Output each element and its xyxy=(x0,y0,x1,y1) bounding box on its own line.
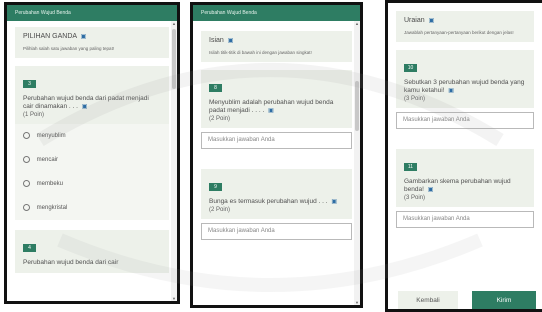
question-card-4: 4 Perubahan wujud benda dari cair xyxy=(15,230,169,273)
section-description: Pilihlah salah satu jawaban yang paling … xyxy=(23,46,115,51)
section-card-short-answer: Isian ▣ Isilah titik-titik di bawah ini … xyxy=(201,31,352,62)
info-icon[interactable]: ▣ xyxy=(428,186,434,194)
info-icon[interactable]: ▣ xyxy=(429,17,435,24)
radio-button-icon[interactable] xyxy=(23,155,30,163)
answer-input-9[interactable]: Masukkan jawaban Anda xyxy=(201,223,352,240)
question-text: Gambarkan skema perubahan wujud benda! xyxy=(404,178,511,193)
question-points: (2 Poin) xyxy=(209,207,231,213)
question-card-10: 10 Sebutkan 3 perubahan wujud benda yang… xyxy=(396,50,534,108)
option-label: mencair xyxy=(36,157,59,163)
info-icon[interactable]: ▣ xyxy=(81,33,87,40)
question-number: 3 xyxy=(23,80,36,88)
scroll-down-icon[interactable]: ▼ xyxy=(354,300,360,305)
answer-input-8[interactable]: Masukkan jawaban Anda xyxy=(201,132,352,149)
question-points: (2 Poin) xyxy=(209,116,231,122)
question-number: 9 xyxy=(209,183,222,191)
section-card-multiple-choice: PILIHAN GANDA ▣ Pilihlah salah satu jawa… xyxy=(15,27,169,58)
question-card-8: 8 Menyublim adalah perubahan wujud benda… xyxy=(201,70,352,128)
question-number: 11 xyxy=(404,163,417,171)
radio-button-icon[interactable] xyxy=(23,203,30,211)
option-label: menyublim xyxy=(36,133,66,139)
option-mengkristal[interactable]: mengkristal xyxy=(15,196,169,220)
answer-input-11[interactable]: Masukkan jawaban Anda xyxy=(396,211,534,228)
form-panel-short-answer: Perubahan Wujud Benda Isian ▣ Isilah tit… xyxy=(190,2,363,308)
question-points: (3 Poin) xyxy=(404,96,426,102)
question-text: Bunga es termasuk perubahan wujud . . . xyxy=(209,198,328,205)
section-title: Isian xyxy=(209,37,224,44)
submit-button[interactable]: Kirim xyxy=(472,291,536,309)
radio-button-icon[interactable] xyxy=(23,131,30,139)
question-number: 8 xyxy=(209,84,222,92)
form-header: Perubahan Wujud Benda xyxy=(193,5,360,21)
question-card-3: 3 Perubahan wujud benda dari padat menja… xyxy=(15,66,169,124)
question-number: 4 xyxy=(23,244,36,252)
scroll-thumb[interactable] xyxy=(355,81,359,131)
question-points: (1 Poin) xyxy=(23,112,45,118)
question-text: Sebutkan 3 perubahan wujud benda yang ka… xyxy=(404,79,525,94)
form-panel-multiple-choice: Perubahan Wujud Benda PILIHAN GANDA ▣ Pi… xyxy=(4,2,180,304)
section-description: Jawablah pertanyaan-pertanyaan berikut d… xyxy=(404,30,514,35)
back-button[interactable]: Kembali xyxy=(398,291,458,309)
answer-input-10[interactable]: Masukkan jawaban Anda xyxy=(396,112,534,129)
scroll-up-icon[interactable]: ▲ xyxy=(171,21,177,26)
form-header: Perubahan Wujud Benda xyxy=(7,5,177,21)
section-title: PILIHAN GANDA xyxy=(23,33,77,40)
section-card-essay: Uraian ▣ Jawablah pertanyaan-pertanyaan … xyxy=(396,11,534,42)
question-text: Perubahan wujud benda dari cair xyxy=(23,259,119,266)
info-icon[interactable]: ▣ xyxy=(448,87,454,95)
info-icon[interactable]: ▣ xyxy=(228,37,234,44)
option-membeku[interactable]: membeku xyxy=(15,172,169,196)
scrollbar[interactable]: ▲ ▼ xyxy=(354,21,360,305)
info-icon[interactable]: ▣ xyxy=(331,198,337,206)
form-panel-essay: Uraian ▣ Jawablah pertanyaan-pertanyaan … xyxy=(385,0,542,312)
question-number: 10 xyxy=(404,64,417,72)
question-card-9: 9 Bunga es termasuk perubahan wujud . . … xyxy=(201,169,352,219)
scroll-down-icon[interactable]: ▼ xyxy=(171,296,177,301)
scroll-up-icon[interactable]: ▲ xyxy=(354,21,360,26)
option-mencair[interactable]: mencair xyxy=(15,148,169,172)
option-label: mengkristal xyxy=(36,205,68,211)
section-title: Uraian xyxy=(404,17,425,24)
question-card-11: 11 Gambarkan skema perubahan wujud benda… xyxy=(396,149,534,207)
info-icon[interactable]: ▣ xyxy=(82,103,88,111)
option-label: membeku xyxy=(36,181,64,187)
section-description: Isilah titik-titik di bawah ini dengan j… xyxy=(209,50,312,55)
radio-button-icon[interactable] xyxy=(23,179,30,187)
scrollbar[interactable]: ▲ ▼ xyxy=(171,21,177,301)
info-icon[interactable]: ▣ xyxy=(268,107,274,115)
question-points: (3 Poin) xyxy=(404,195,426,201)
option-menyublim[interactable]: menyublim xyxy=(15,124,169,148)
scroll-thumb[interactable] xyxy=(172,29,176,89)
